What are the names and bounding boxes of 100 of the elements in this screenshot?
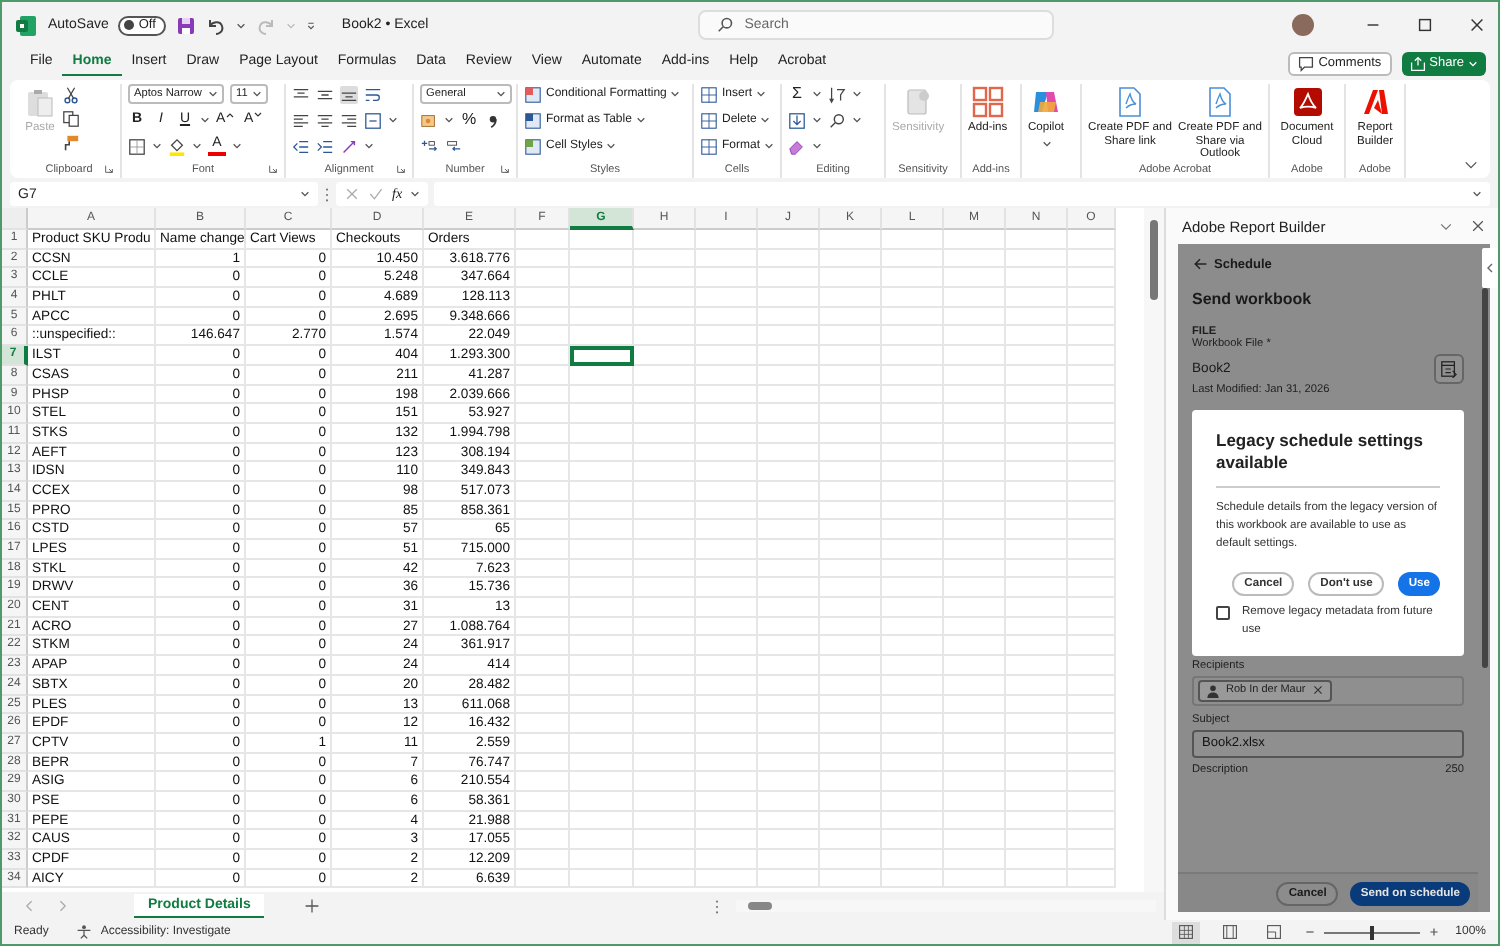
autosum-button[interactable]: Σ — [788, 84, 806, 104]
table-cell — [1068, 423, 1116, 444]
save-icon[interactable] — [175, 15, 196, 35]
table-cell — [758, 733, 820, 754]
increase-decimal-icon[interactable] — [420, 137, 438, 155]
copy-icon[interactable] — [62, 110, 80, 128]
align-bottom-icon[interactable] — [340, 85, 358, 103]
browse-file-button[interactable] — [1434, 354, 1464, 384]
zoom-in-icon[interactable] — [1427, 926, 1440, 938]
caret-icon[interactable] — [852, 116, 862, 124]
comma-style-icon[interactable] — [484, 111, 502, 129]
caret-icon[interactable] — [235, 21, 246, 29]
table-cell — [1068, 675, 1116, 695]
remove-icon[interactable] — [1311, 684, 1324, 697]
caret-icon[interactable] — [364, 142, 374, 150]
close-icon[interactable] — [1470, 218, 1486, 234]
table-cell — [944, 249, 1006, 269]
fill-down-icon[interactable] — [788, 111, 806, 129]
borders-icon[interactable] — [128, 137, 146, 155]
caret-icon[interactable] — [388, 116, 398, 124]
collapse-ribbon-icon[interactable] — [1464, 160, 1478, 170]
table-cell — [634, 268, 696, 289]
merge-cells-icon[interactable] — [364, 111, 382, 129]
horizontal-scrollbar[interactable] — [736, 900, 1156, 912]
table-cell — [882, 578, 944, 599]
table-cell — [1068, 772, 1116, 792]
table-cell — [570, 385, 634, 405]
table-cell — [696, 501, 758, 521]
maximize-icon[interactable] — [1416, 16, 1434, 34]
table-cell — [696, 481, 758, 502]
percent-button[interactable]: % — [460, 110, 478, 130]
decrease-indent-icon[interactable] — [292, 137, 310, 155]
check-icon[interactable] — [368, 186, 384, 202]
table-cell — [1006, 733, 1068, 754]
table-cell — [820, 423, 882, 444]
accessibility-icon[interactable] — [76, 924, 93, 940]
align-center-icon[interactable] — [316, 111, 334, 129]
close-icon[interactable] — [1468, 16, 1486, 34]
formula-input[interactable] — [434, 182, 1490, 206]
table-cell — [1068, 598, 1116, 618]
caret-icon[interactable] — [444, 116, 454, 124]
table-cell — [696, 268, 758, 289]
add-sheet-icon[interactable] — [304, 898, 321, 914]
dialog-launcher-icon[interactable] — [396, 164, 406, 174]
increase-indent-icon[interactable] — [316, 137, 334, 155]
chevron-down-icon[interactable] — [1438, 218, 1454, 234]
table-cell — [516, 830, 570, 850]
eraser-icon[interactable] — [788, 137, 806, 155]
vertical-scrollbar[interactable] — [1144, 208, 1164, 892]
table-cell — [944, 598, 1006, 618]
align-right-icon[interactable] — [340, 111, 358, 129]
scrollbar[interactable] — [1482, 288, 1488, 668]
table-cell — [820, 714, 882, 734]
align-middle-icon[interactable] — [316, 85, 334, 103]
format-painter-icon[interactable] — [62, 134, 80, 152]
orientation-icon[interactable] — [340, 137, 358, 155]
caret-icon[interactable] — [812, 142, 822, 150]
caret-icon[interactable] — [152, 142, 162, 150]
caret-icon[interactable] — [812, 90, 822, 98]
table-cell — [1068, 249, 1116, 269]
decrease-decimal-icon[interactable] — [444, 137, 462, 155]
table-style-icon — [524, 85, 542, 103]
caret-icon[interactable] — [812, 116, 822, 124]
table-cell — [570, 578, 634, 599]
table-cell — [944, 617, 1006, 637]
caret-icon[interactable] — [232, 142, 242, 150]
table-cell — [696, 540, 758, 560]
undo-icon[interactable] — [205, 15, 226, 35]
normal-view-button[interactable] — [1171, 921, 1200, 943]
dialog-launcher-icon[interactable] — [500, 164, 510, 174]
wrap-text-icon[interactable] — [364, 85, 382, 103]
caret-icon[interactable] — [192, 142, 202, 150]
table-cell — [882, 733, 944, 754]
expand-icon[interactable] — [1472, 190, 1482, 198]
table-cell — [516, 249, 570, 269]
table-cell — [634, 559, 696, 579]
caret-icon[interactable] — [410, 190, 421, 198]
cut-icon[interactable] — [62, 86, 80, 104]
dialog-launcher-icon[interactable] — [268, 164, 278, 174]
caret-icon[interactable] — [200, 116, 210, 124]
caret-icon[interactable] — [852, 90, 862, 98]
table-cell — [758, 753, 820, 773]
search-icon[interactable] — [828, 111, 846, 129]
zoom-out-icon[interactable] — [1303, 926, 1316, 938]
customize-toolbar-icon[interactable] — [305, 21, 316, 29]
table-cell — [758, 385, 820, 405]
table-cell — [1006, 656, 1068, 676]
currency-icon[interactable] — [420, 111, 438, 129]
align-top-icon[interactable] — [292, 85, 310, 103]
checkbox[interactable] — [1216, 605, 1230, 620]
table-cell — [570, 230, 634, 250]
fill-color-icon[interactable] — [168, 137, 186, 155]
dialog-launcher-icon[interactable] — [104, 164, 114, 174]
table-cell — [696, 559, 758, 579]
table-cell — [696, 288, 758, 308]
sort-filter-icon[interactable] — [828, 85, 846, 103]
table-cell — [570, 540, 634, 560]
table-cell — [634, 733, 696, 754]
avatar[interactable] — [1292, 14, 1314, 36]
align-left-icon[interactable] — [292, 111, 310, 129]
